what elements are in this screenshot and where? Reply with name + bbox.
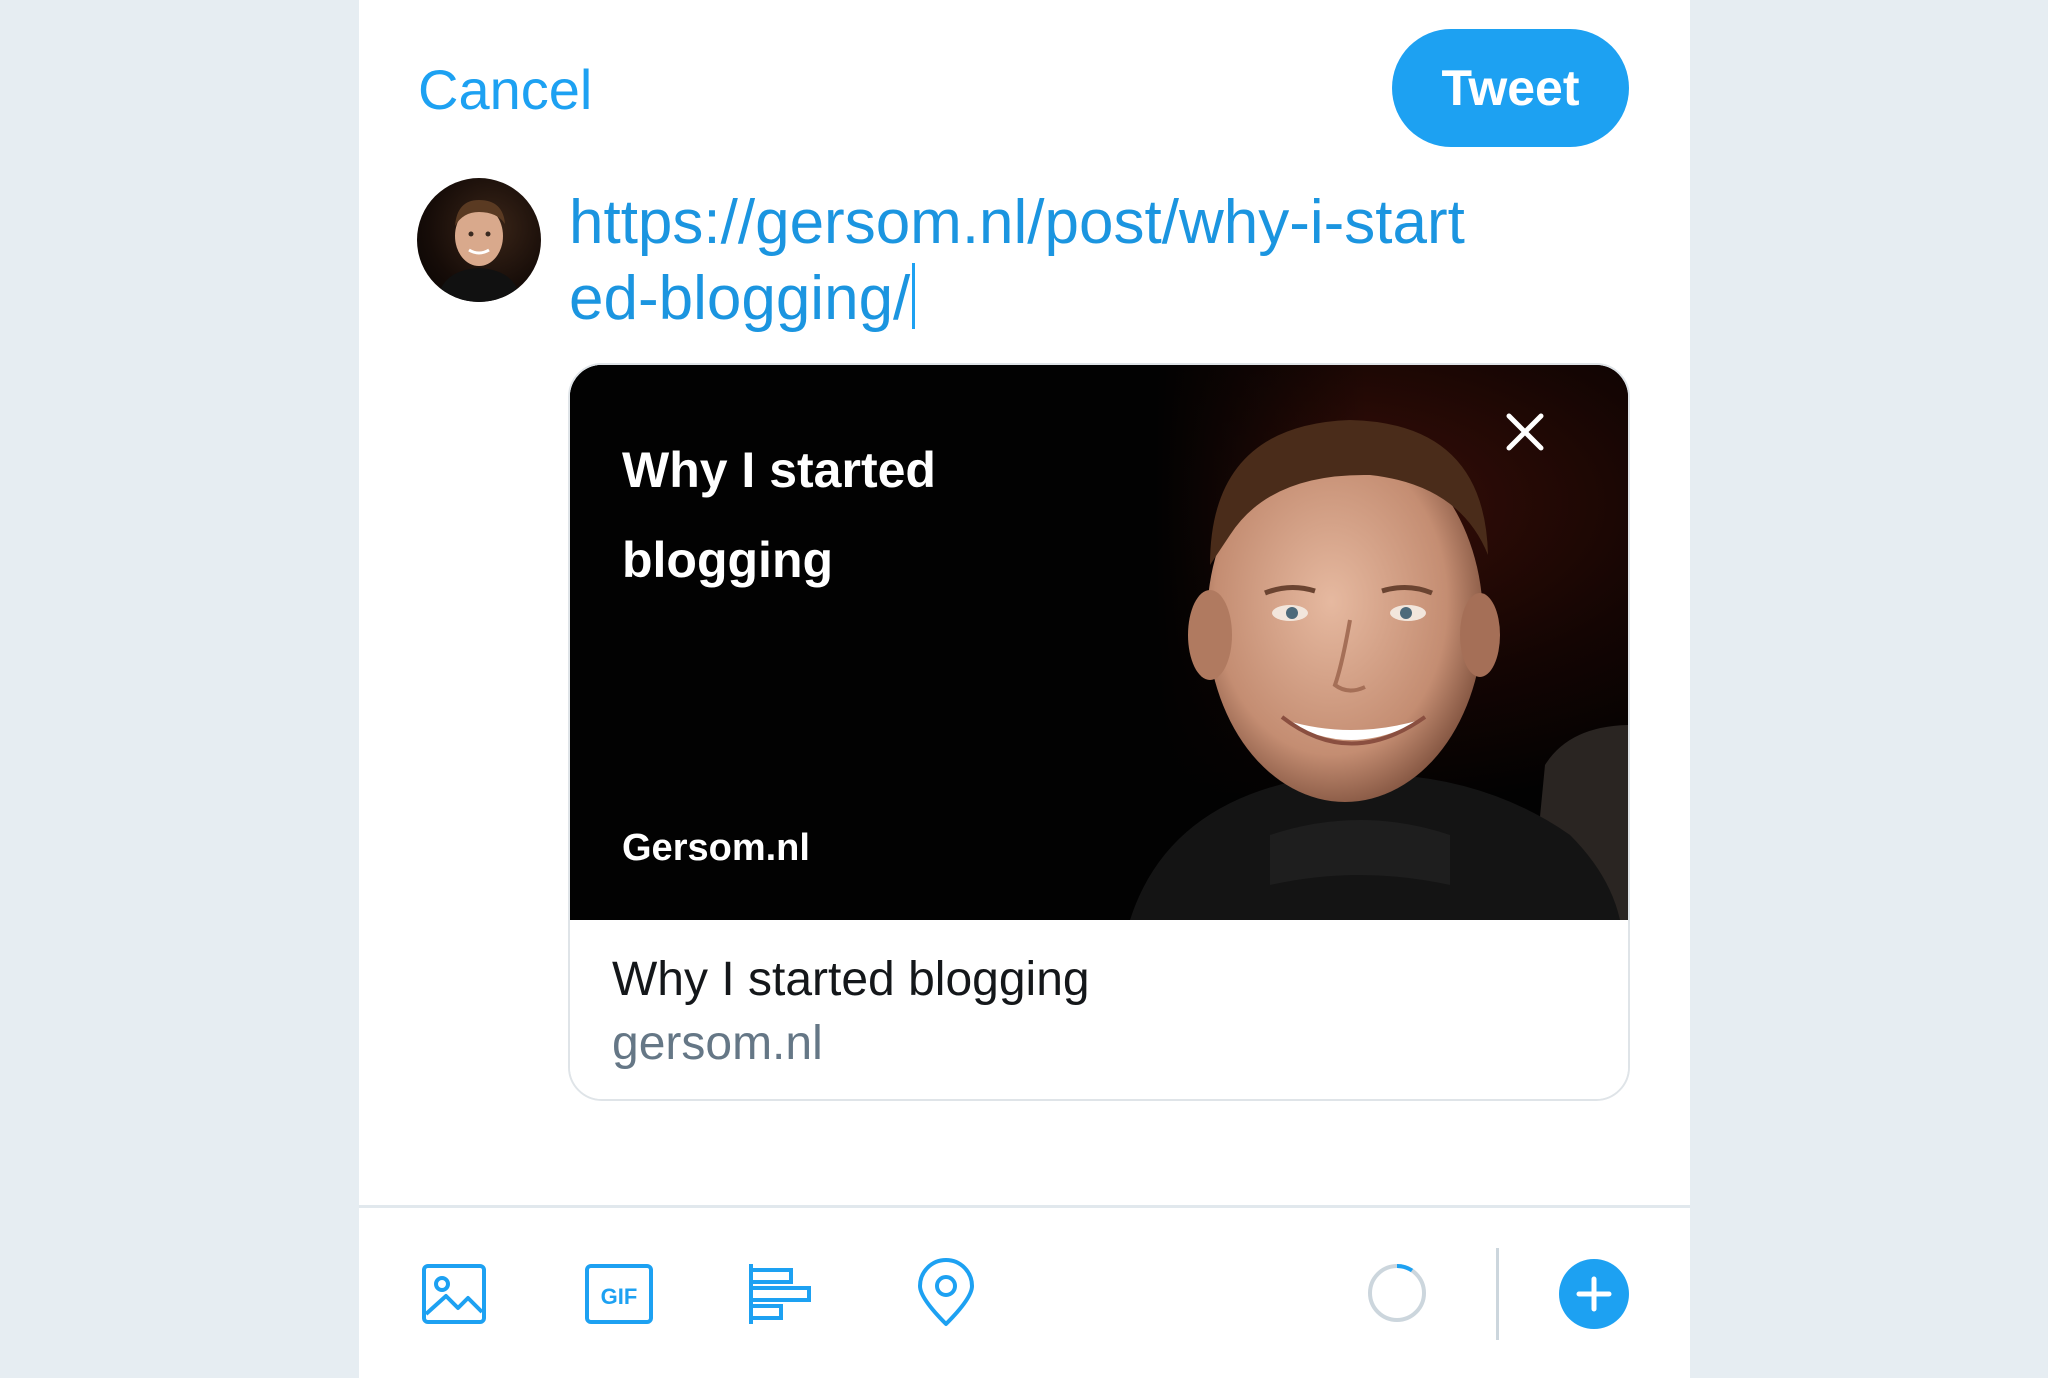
text-caret: [912, 263, 916, 329]
toolbar-divider: [359, 1205, 1690, 1208]
tweet-text-input[interactable]: https://gersom.nl/post/why-i-started-blo…: [569, 185, 1469, 337]
link-preview-domain: gersom.nl: [612, 1017, 823, 1070]
add-thread-button[interactable]: [1559, 1259, 1629, 1329]
gif-icon: GIF: [585, 1264, 653, 1324]
compose-tweet-sheet: Cancel Tweet https://gersom.nl/post/why-…: [359, 0, 1690, 1378]
add-location-button[interactable]: [910, 1258, 982, 1330]
tweet-text-link: https://gersom.nl/post/why-i-started-blo…: [569, 188, 1465, 333]
avatar-photo: [437, 200, 521, 302]
link-preview-title: Why I started blogging: [612, 953, 1090, 1006]
link-preview-meta: Why I started blogging gersom.nl: [570, 920, 1628, 1099]
remove-card-button[interactable]: [1490, 397, 1560, 467]
gif-label: GIF: [601, 1284, 638, 1309]
close-icon: [1506, 413, 1544, 451]
progress-ring-icon: [1368, 1263, 1426, 1322]
avatar[interactable]: [417, 178, 541, 302]
add-thread-icon: [1576, 1276, 1612, 1312]
preview-image-brand: Gersom.nl: [622, 827, 810, 869]
location-icon: [918, 1258, 974, 1326]
add-photo-button[interactable]: [418, 1258, 490, 1330]
add-gif-button[interactable]: GIF: [583, 1258, 655, 1330]
character-count-ring: [1366, 1262, 1428, 1324]
toolbar-separator: [1496, 1248, 1499, 1340]
link-preview-image: Why I started blogging Gersom.nl: [570, 365, 1628, 920]
image-icon: [422, 1264, 486, 1324]
poll-icon: [749, 1264, 811, 1324]
tweet-button[interactable]: Tweet: [1392, 29, 1629, 147]
cancel-button[interactable]: Cancel: [418, 56, 592, 124]
add-poll-button[interactable]: [745, 1258, 817, 1330]
preview-image-title: Why I started blogging: [622, 442, 936, 588]
link-preview-card[interactable]: Why I started blogging Gersom.nl Why I s…: [568, 363, 1630, 1101]
